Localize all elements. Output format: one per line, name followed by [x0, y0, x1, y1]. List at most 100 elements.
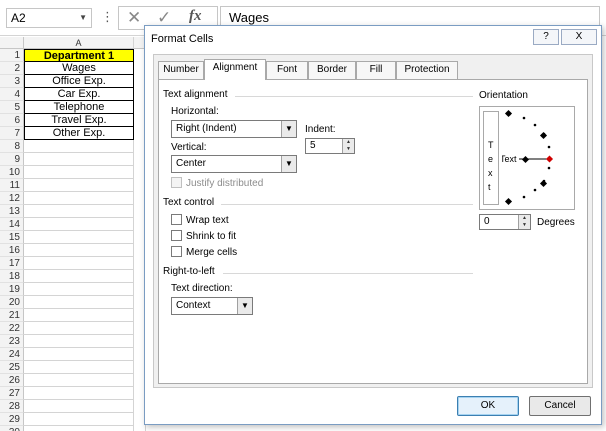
row-header[interactable]: 20 [0, 296, 24, 309]
sheet-cell[interactable] [24, 387, 134, 400]
help-button[interactable]: ? [533, 29, 559, 45]
sheet-cell[interactable]: Office Exp. [24, 75, 134, 88]
indent-spinner[interactable]: 5 ▲ ▼ [305, 138, 355, 154]
indent-value: 5 [310, 140, 316, 151]
sheet-cell[interactable]: Car Exp. [24, 88, 134, 101]
row-header[interactable]: 7 [0, 127, 24, 140]
tab-fill[interactable]: Fill [356, 61, 396, 79]
row-header[interactable]: 17 [0, 257, 24, 270]
select-all-corner[interactable] [0, 37, 24, 49]
row-header[interactable]: 28 [0, 400, 24, 413]
spin-arrows-icon[interactable]: ▲ ▼ [342, 139, 354, 153]
sheet-cell[interactable] [24, 179, 134, 192]
orientation-dial[interactable]: Text [502, 107, 574, 209]
degrees-spinner[interactable]: 0 ▲ ▼ [479, 214, 531, 230]
chevron-down-icon[interactable]: ▼ [237, 298, 252, 314]
chevron-down-icon[interactable]: ▼ [79, 9, 87, 27]
chevron-down-icon[interactable]: ▼ [281, 121, 296, 137]
name-box[interactable]: A2 ▼ [6, 8, 92, 28]
tab-font[interactable]: Font [266, 61, 308, 79]
sheet-cell[interactable]: Other Exp. [24, 127, 134, 140]
merge-cells-label: Merge cells [186, 247, 238, 258]
row-header[interactable]: 8 [0, 140, 24, 153]
row-header[interactable]: 2 [0, 62, 24, 75]
chevron-down-icon[interactable]: ▼ [281, 156, 296, 172]
sheet-header-cell[interactable]: Department 1 [24, 49, 134, 62]
sheet-cell[interactable]: Wages [24, 62, 134, 75]
sheet-cell[interactable] [24, 166, 134, 179]
tab-alignment[interactable]: Alignment [204, 59, 266, 80]
row-header[interactable]: 6 [0, 114, 24, 127]
row-header[interactable]: 19 [0, 283, 24, 296]
sheet-cell[interactable] [24, 244, 134, 257]
close-button[interactable]: X [561, 29, 597, 45]
row-header[interactable]: 23 [0, 335, 24, 348]
cancel-button[interactable]: Cancel [529, 396, 591, 416]
sheet-cell[interactable] [24, 361, 134, 374]
sheet-cell[interactable] [24, 270, 134, 283]
row-header[interactable]: 21 [0, 309, 24, 322]
row-header[interactable]: 14 [0, 218, 24, 231]
sheet-cell[interactable] [24, 192, 134, 205]
row-header[interactable]: 16 [0, 244, 24, 257]
row-header[interactable]: 24 [0, 348, 24, 361]
dial-handle[interactable] [545, 155, 554, 163]
sheet-cell[interactable] [24, 413, 134, 426]
shrink-to-fit-checkbox[interactable]: Shrink to fit [171, 230, 236, 244]
row-header[interactable]: 3 [0, 75, 24, 88]
vertical-text-button[interactable]: T e x t [483, 111, 499, 205]
tab-number[interactable]: Number [158, 61, 204, 79]
sheet-cell[interactable] [24, 322, 134, 335]
row-header[interactable]: 1 [0, 49, 24, 62]
row-header[interactable]: 15 [0, 231, 24, 244]
sheet-cell[interactable] [24, 335, 134, 348]
row-header[interactable]: 10 [0, 166, 24, 179]
row-header[interactable]: 12 [0, 192, 24, 205]
checkbox-box [171, 214, 182, 225]
more-options-icon[interactable]: ⋮ [101, 9, 114, 25]
text-direction-select[interactable]: Context ▼ [171, 297, 253, 315]
row-header[interactable]: 5 [0, 101, 24, 114]
sheet-cell[interactable] [24, 400, 134, 413]
vertical-select[interactable]: Center ▼ [171, 155, 297, 173]
sheet-cell[interactable] [24, 283, 134, 296]
dial-tick [547, 145, 551, 149]
row-header[interactable]: 25 [0, 361, 24, 374]
sheet-cell[interactable]: Telephone [24, 101, 134, 114]
ok-button[interactable]: OK [457, 396, 519, 416]
insert-function-icon[interactable]: fx [189, 8, 202, 25]
row-header[interactable]: 11 [0, 179, 24, 192]
sheet-cell[interactable] [24, 309, 134, 322]
horizontal-select[interactable]: Right (Indent) ▼ [171, 120, 297, 138]
sheet-cell[interactable] [24, 296, 134, 309]
cancel-entry-icon[interactable]: ✕ [127, 8, 141, 28]
sheet-cell[interactable] [24, 374, 134, 387]
wrap-text-checkbox[interactable]: Wrap text [171, 214, 229, 228]
row-header[interactable]: 30 [0, 426, 24, 431]
tab-border[interactable]: Border [308, 61, 356, 79]
spin-arrows-icon[interactable]: ▲ ▼ [518, 215, 530, 229]
sheet-cell[interactable] [24, 426, 134, 431]
sheet-cell[interactable] [24, 257, 134, 270]
column-header-a[interactable]: A [24, 37, 134, 49]
sheet-cell[interactable]: Travel Exp. [24, 114, 134, 127]
shrink-to-fit-label: Shrink to fit [186, 231, 237, 242]
row-header[interactable]: 18 [0, 270, 24, 283]
row-header[interactable]: 29 [0, 413, 24, 426]
sheet-cell[interactable] [24, 218, 134, 231]
row-header[interactable]: 26 [0, 374, 24, 387]
row-header[interactable]: 13 [0, 205, 24, 218]
justify-distributed-checkbox[interactable]: Justify distributed [171, 177, 263, 191]
sheet-cell[interactable] [24, 140, 134, 153]
tab-protection[interactable]: Protection [396, 61, 458, 79]
sheet-cell[interactable] [24, 231, 134, 244]
row-header[interactable]: 22 [0, 322, 24, 335]
sheet-cell[interactable] [24, 205, 134, 218]
row-header[interactable]: 9 [0, 153, 24, 166]
sheet-cell[interactable] [24, 348, 134, 361]
orientation-heading: Orientation [479, 90, 528, 101]
row-header[interactable]: 4 [0, 88, 24, 101]
row-header[interactable]: 27 [0, 387, 24, 400]
sheet-cell[interactable] [24, 153, 134, 166]
merge-cells-checkbox[interactable]: Merge cells [171, 246, 237, 260]
